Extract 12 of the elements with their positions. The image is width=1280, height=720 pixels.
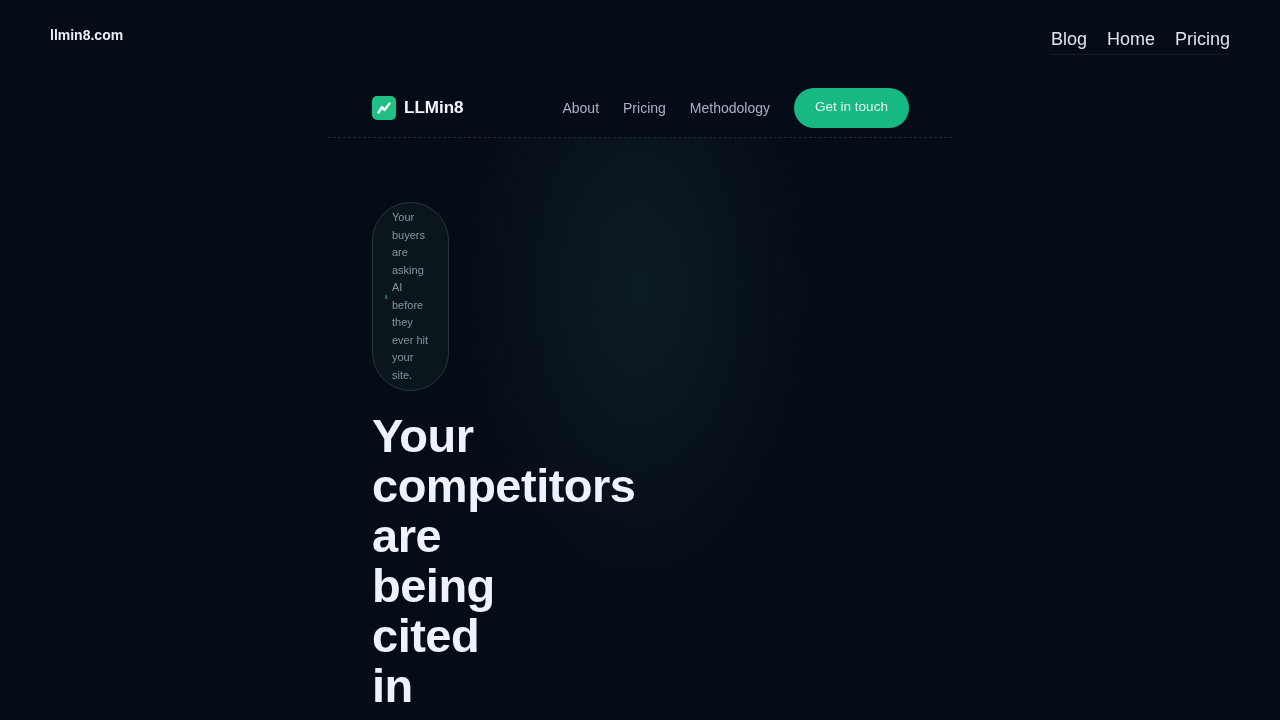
nav-link[interactable]: About — [562, 100, 600, 116]
nav-link[interactable]: Pricing — [623, 100, 666, 116]
nav-link[interactable]: Methodology — [689, 100, 770, 116]
hero-heading: Your competitors are being cited in — [372, 411, 636, 711]
top-nav-link[interactable]: Home — [1106, 29, 1155, 50]
logo-text[interactable]: LLMin8 — [404, 98, 464, 118]
site-name-link[interactable]: llmin8.com — [50, 27, 124, 43]
top-nav-link[interactable]: Blog — [1050, 29, 1087, 50]
tagline-text: Your buyers are asking AI before they ever hit your site. — [392, 210, 430, 383]
dot-icon — [383, 292, 389, 301]
top-nav-link[interactable]: Pricing — [1174, 29, 1230, 50]
logo-icon[interactable] — [372, 96, 396, 120]
